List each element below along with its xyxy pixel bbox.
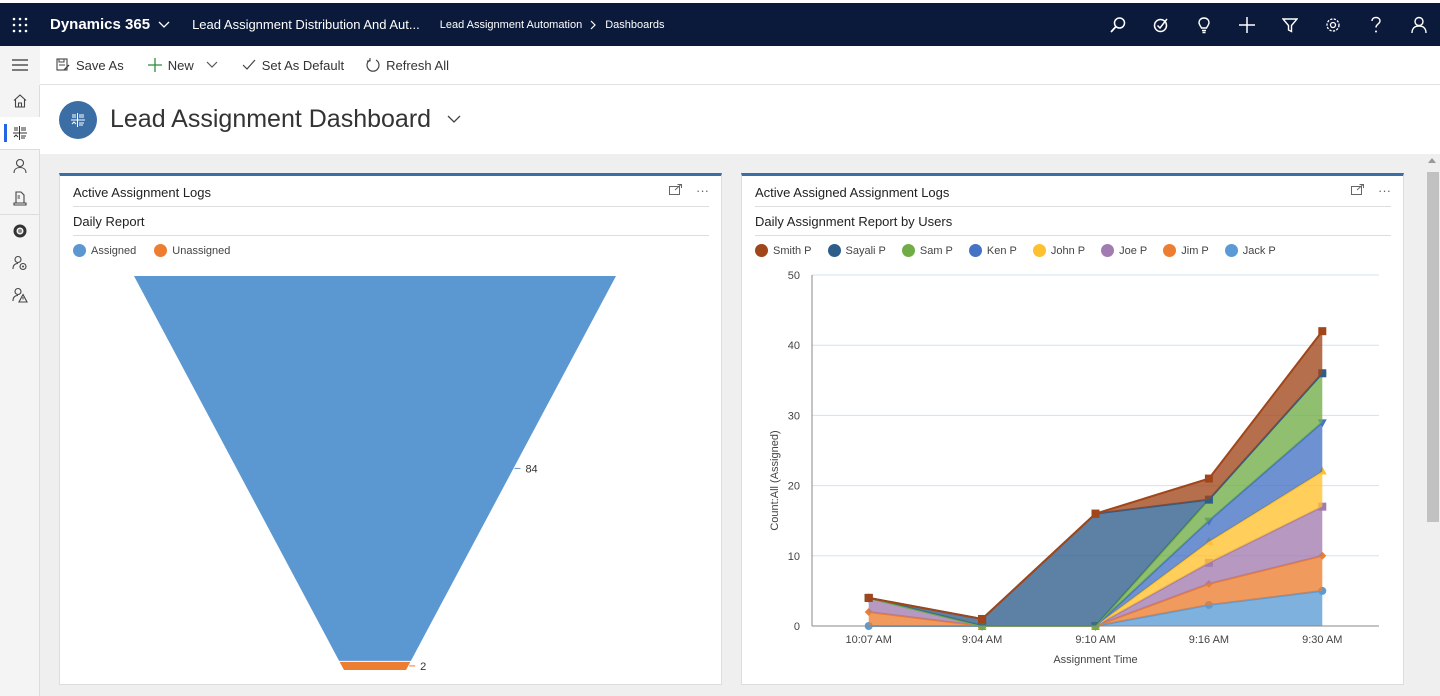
- breadcrumb-area[interactable]: Lead Assignment Automation: [440, 19, 582, 31]
- breadcrumb-page[interactable]: Dashboards: [605, 19, 664, 31]
- search-button[interactable]: [1096, 3, 1139, 46]
- top-navigation-bar: Dynamics 365 Lead Assignment Distributio…: [0, 0, 1440, 46]
- data-point[interactable]: [1204, 474, 1213, 483]
- brand-name[interactable]: Dynamics 365: [50, 16, 150, 33]
- stacked-area-chart: 0 10 20 30 40 50 10:07 AM 9:04 AM 9:10 AM 9:16 AM…: [769, 270, 1379, 666]
- y-tick-label: 40: [788, 340, 800, 352]
- waffle-icon: [12, 17, 28, 32]
- person-icon: [13, 158, 27, 174]
- settings-button[interactable]: [1311, 3, 1354, 46]
- side-navigation: [0, 85, 40, 696]
- vertical-scrollbar[interactable]: [1425, 154, 1440, 696]
- new-dropdown-button[interactable]: [202, 61, 222, 69]
- sidebar-item-contacts[interactable]: [0, 150, 40, 182]
- settings-icon: [1325, 17, 1340, 32]
- chevron-down-icon: [447, 115, 461, 123]
- refresh-icon: [366, 58, 380, 72]
- plus-icon: [147, 58, 162, 72]
- x-tick-label: 9:30 AM: [1302, 634, 1342, 646]
- advanced-find-button[interactable]: [1268, 3, 1311, 46]
- app-launcher-button[interactable]: [0, 2, 40, 48]
- panel-active-assignment-logs: Active Assignment Logs ··· Daily Report …: [59, 173, 722, 685]
- save-as-label: Save As: [76, 57, 124, 73]
- y-tick-label: 50: [788, 270, 800, 282]
- command-bar: Save As New Set As Default Refresh All: [0, 45, 1440, 85]
- sidebar-item-documents[interactable]: [0, 182, 40, 214]
- x-tick-label: 9:16 AM: [1189, 634, 1229, 646]
- plus-icon: [1238, 16, 1255, 33]
- user-icon: [1410, 16, 1427, 33]
- panel-active-assigned-assignment-logs: Active Assigned Assignment Logs ··· Dail…: [741, 173, 1404, 685]
- dashboard-selector-button[interactable]: [447, 111, 461, 129]
- quick-create-button[interactable]: [1225, 3, 1268, 46]
- data-label: 84: [525, 463, 537, 475]
- y-tick-label: 30: [788, 410, 800, 422]
- y-tick-label: 0: [794, 621, 800, 633]
- x-tick-label: 9:10 AM: [1075, 634, 1115, 646]
- chevron-down-icon[interactable]: [158, 18, 170, 32]
- chevron-down-icon: [206, 61, 218, 68]
- user-settings-icon: [12, 255, 27, 271]
- data-point[interactable]: [864, 593, 873, 602]
- hamburger-icon: [12, 59, 28, 71]
- funnel-segment-unassigned[interactable]: [339, 661, 411, 670]
- data-point[interactable]: [978, 614, 987, 623]
- x-axis-label: Assignment Time: [1053, 654, 1137, 666]
- task-flow-button[interactable]: [1139, 3, 1182, 46]
- sidebar-item-user-settings[interactable]: [0, 247, 40, 279]
- dashboard-logo: [59, 100, 97, 139]
- scrollbar-thumb[interactable]: [1427, 172, 1439, 522]
- save-as-icon: [56, 58, 70, 71]
- help-button[interactable]: [1354, 3, 1397, 46]
- page-title: Lead Assignment Dashboard: [110, 105, 432, 133]
- sidebar-item-user-alerts[interactable]: [0, 279, 40, 311]
- dashboard-content: Active Assignment Logs ··· Daily Report …: [40, 154, 1425, 696]
- checkmark-icon: [242, 59, 256, 70]
- new-button[interactable]: New: [144, 58, 198, 73]
- data-point[interactable]: [1091, 509, 1100, 518]
- site-map-toggle[interactable]: [0, 45, 40, 85]
- save-as-button[interactable]: Save As: [52, 58, 128, 73]
- funnel-segment-assigned[interactable]: [134, 276, 616, 661]
- y-tick-label: 10: [788, 551, 800, 563]
- y-tick-label: 20: [788, 481, 800, 493]
- new-label: New: [167, 57, 194, 73]
- help-icon: [1370, 16, 1381, 32]
- dashboard-icon: [71, 112, 85, 127]
- task-icon: [1153, 18, 1168, 32]
- data-label: 2: [420, 661, 426, 673]
- y-axis-label: Count:All (Assigned): [769, 430, 781, 530]
- user-warning-icon: [12, 287, 28, 303]
- document-icon: [13, 191, 27, 206]
- lightbulb-icon: [1197, 16, 1210, 33]
- set-as-default-button[interactable]: Set As Default: [238, 58, 348, 73]
- x-tick-label: 9:04 AM: [962, 634, 1002, 646]
- refresh-all-button[interactable]: Refresh All: [362, 58, 453, 73]
- data-point[interactable]: [1318, 327, 1327, 336]
- sidebar-item-assignment[interactable]: [0, 215, 40, 247]
- assignment-icon: [13, 224, 27, 238]
- search-icon: [1109, 16, 1125, 33]
- sidebar-item-home[interactable]: [0, 85, 40, 117]
- user-profile-button[interactable]: [1397, 3, 1440, 46]
- home-icon: [13, 94, 27, 108]
- x-tick-label: 10:07 AM: [845, 634, 891, 646]
- dashboard-header: Lead Assignment Dashboard: [40, 85, 1440, 154]
- filter-icon: [1281, 17, 1298, 33]
- set-as-default-label: Set As Default: [261, 57, 345, 73]
- dashboard-icon: [13, 126, 27, 140]
- breadcrumb: Lead Assignment Automation Dashboards: [440, 19, 665, 31]
- app-name[interactable]: Lead Assignment Distribution And Aut...: [192, 17, 420, 32]
- chevron-right-icon: [590, 20, 597, 29]
- refresh-all-label: Refresh All: [386, 57, 449, 73]
- sidebar-item-dashboards[interactable]: [0, 117, 40, 149]
- funnel-chart: 84 2: [134, 276, 616, 673]
- scroll-up-arrow-icon[interactable]: [1428, 158, 1436, 163]
- assistant-button[interactable]: [1182, 3, 1225, 46]
